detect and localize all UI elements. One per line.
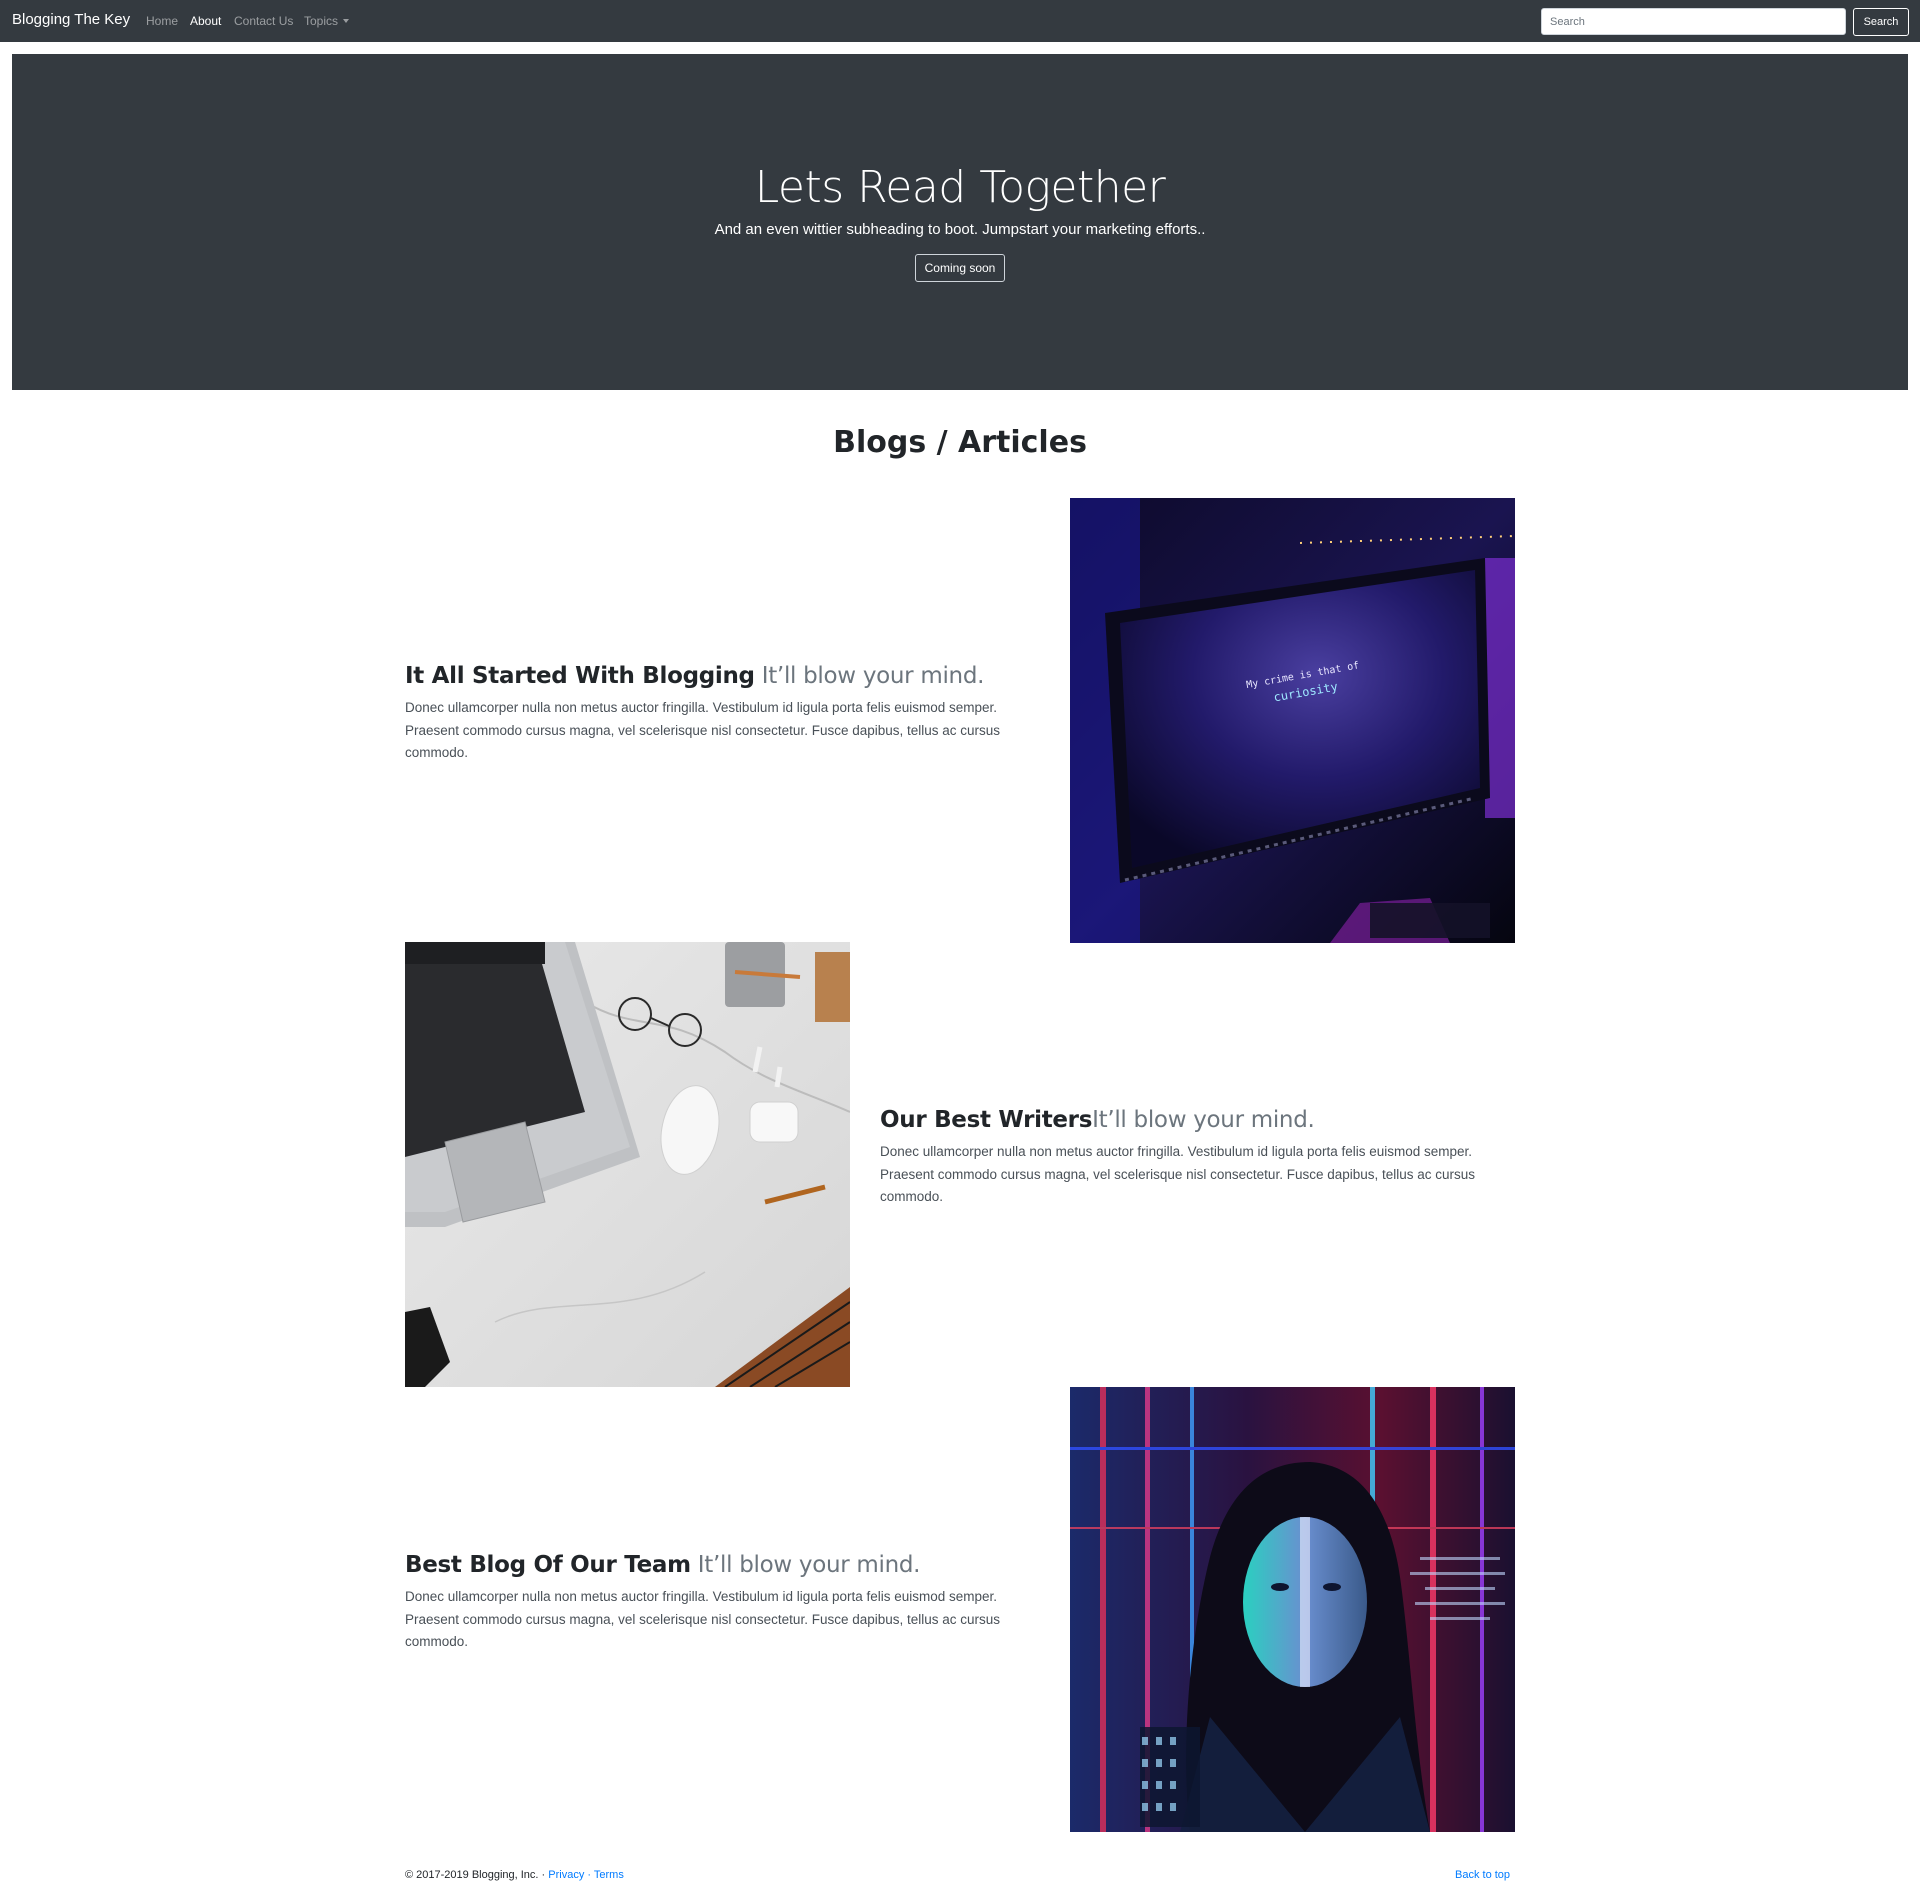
caret-down-icon — [343, 19, 350, 23]
featurette-1-heading-main: It All Started With Blogging — [405, 663, 755, 689]
nav-link-home[interactable]: Home — [146, 14, 178, 28]
featurette-2-heading-muted: It’ll blow your mind. — [1092, 1107, 1315, 1133]
desk-photo — [405, 942, 850, 1387]
nav-link-contact[interactable]: Contact Us — [234, 14, 293, 28]
hero-jumbotron: Lets Read Together And an even wittier s… — [12, 54, 1908, 390]
featurette-2-text: Our Best WritersIt’ll blow your mind. Do… — [880, 1107, 1505, 1209]
featurette-1-heading: It All Started With Blogging It’ll blow … — [405, 663, 1030, 689]
projected-code-portrait-photo — [1070, 1387, 1515, 1832]
navbar: Blogging The Key Home About Contact Us T… — [0, 0, 1920, 42]
nav-link-about[interactable]: About — [190, 14, 221, 28]
section-title: Blogs / Articles — [833, 425, 1087, 460]
search-input[interactable] — [1541, 8, 1846, 35]
featurette-3-heading-main: Best Blog Of Our Team — [405, 1552, 691, 1578]
featurette-3-heading: Best Blog Of Our Team It’ll blow your mi… — [405, 1552, 1030, 1578]
coming-soon-button[interactable]: Coming soon — [915, 254, 1005, 282]
search-button[interactable]: Search — [1853, 8, 1909, 36]
back-to-top-link[interactable]: Back to top — [1455, 1869, 1510, 1881]
nav-dropdown-topics[interactable]: Topics — [304, 14, 350, 28]
privacy-link[interactable]: Privacy — [548, 1869, 584, 1881]
featurette-2-text-body: Donec ullamcorper nulla non metus auctor… — [880, 1144, 1476, 1204]
monitor-photo: My crime is that of curiosity — [1070, 498, 1515, 943]
featurette-3-image — [1070, 1387, 1515, 1832]
featurette-2-image — [405, 942, 850, 1387]
featurette-1-text: It All Started With Blogging It’ll blow … — [405, 663, 1030, 765]
brand-link[interactable]: Blogging The Key — [12, 11, 130, 28]
featurette-2-heading: Our Best WritersIt’ll blow your mind. — [880, 1107, 1505, 1133]
terms-link[interactable]: Terms — [594, 1869, 624, 1881]
copyright-text: © 2017-2019 Blogging, Inc. · — [405, 1869, 549, 1881]
featurette-3-text: Best Blog Of Our Team It’ll blow your mi… — [405, 1552, 1030, 1654]
featurette-1-heading-muted: It’ll blow your mind. — [754, 663, 985, 689]
featurette-3-heading-muted: It’ll blow your mind. — [690, 1552, 921, 1578]
featurette-1-image: My crime is that of curiosity — [1070, 498, 1515, 943]
hero-title: Lets Read Together — [754, 162, 1166, 213]
featurette-1-text-body: Donec ullamcorper nulla non metus auctor… — [405, 700, 1001, 760]
footer-separator: · — [584, 1869, 594, 1881]
hero-subtitle: And an even wittier subheading to boot. … — [714, 221, 1206, 238]
footer-copyright: © 2017-2019 Blogging, Inc. · Privacy · T… — [405, 1869, 624, 1881]
nav-dropdown-topics-label: Topics — [304, 14, 339, 28]
featurette-2-heading-main: Our Best Writers — [880, 1107, 1093, 1133]
featurette-3-text-body: Donec ullamcorper nulla non metus auctor… — [405, 1589, 1001, 1649]
